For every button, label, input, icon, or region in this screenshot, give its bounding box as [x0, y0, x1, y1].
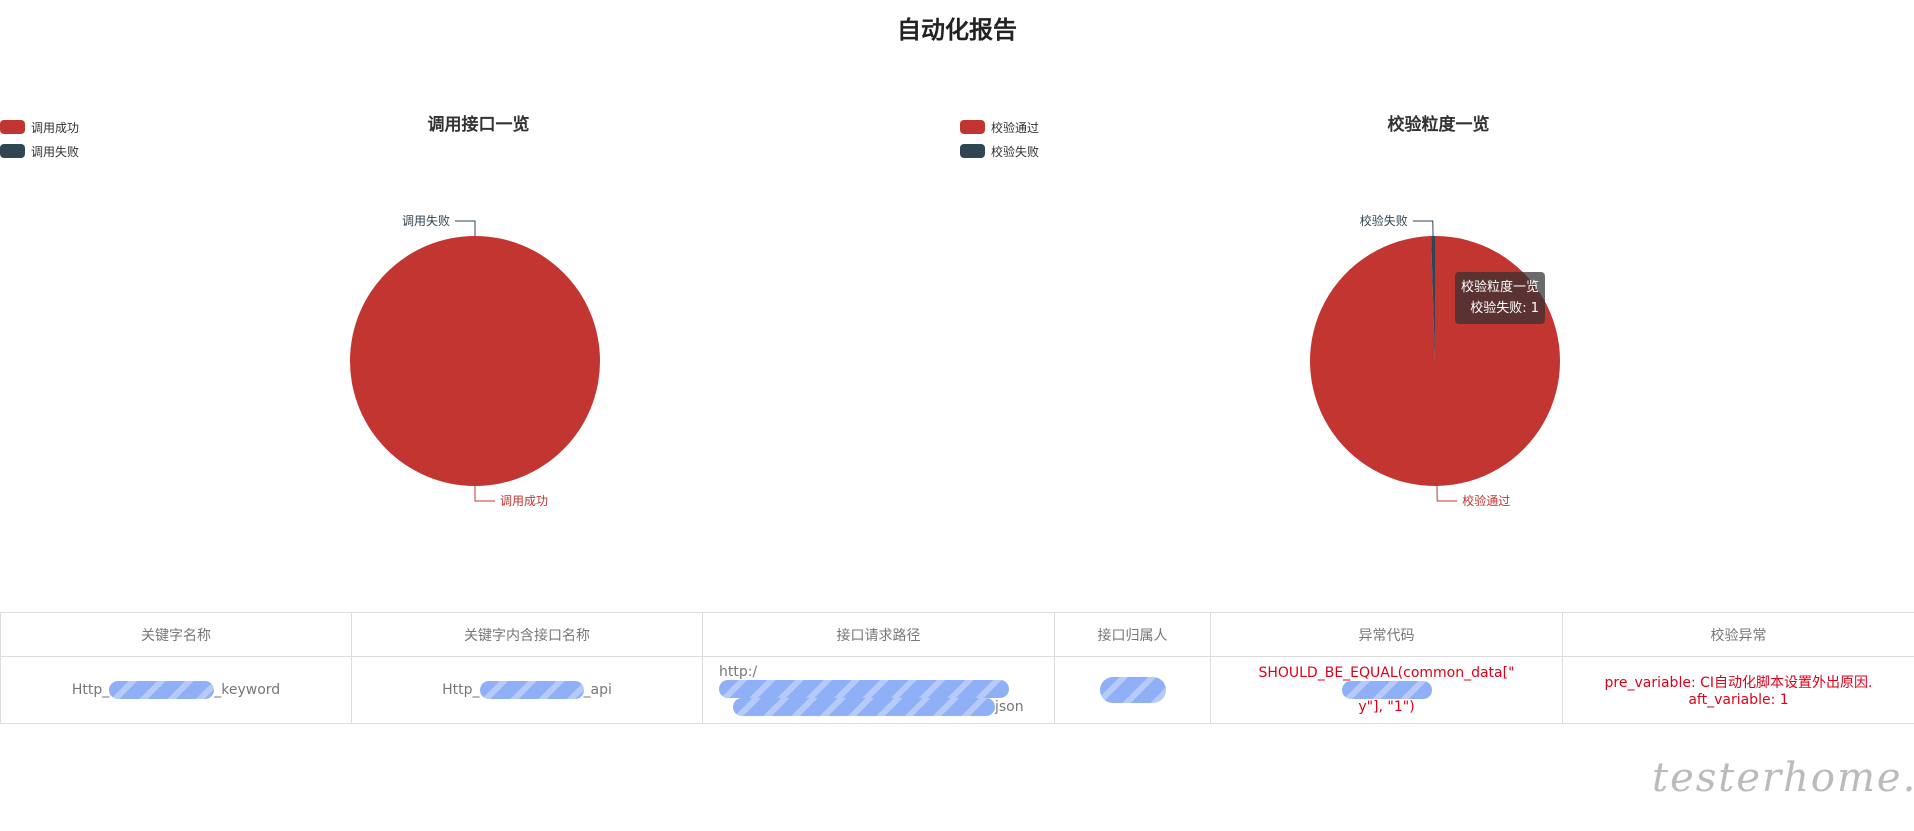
column-header: 接口归属人 [1054, 612, 1211, 657]
pie-chart: 校验通过 校验失败 [1310, 213, 1560, 508]
slice-label: 校验通过 [1462, 493, 1510, 508]
owner-cell [1054, 656, 1211, 724]
slice-label: 调用成功 [500, 494, 548, 508]
redacted-mark [719, 680, 1009, 698]
pie-chart: 调用成功 调用失败 [350, 213, 600, 508]
slice-label: 校验失败 [1360, 213, 1408, 228]
verify-line1: pre_variable: CI自动化脚本设置外出原因. [1604, 675, 1873, 691]
chart-tooltip: 校验粒度一览 校验失败: 1 [1455, 272, 1546, 324]
slice-label-line [1412, 220, 1434, 237]
verify-stats-chart: 校验粒度一览 校验通过 校验失败 校验通过 校验失败 [960, 95, 1914, 595]
error-code-line2: y"], "1") [1358, 699, 1415, 715]
verify-error-cell: pre_variable: CI自动化脚本设置外出原因. aft_variabl… [1562, 656, 1914, 724]
api-suffix: _api [583, 682, 612, 698]
table-row: Http_ _keyword Http_ _api http:/ json SHOU… [0, 656, 1914, 724]
slice-label: 调用失败 [402, 213, 450, 228]
table-header-row: 关键字名称 关键字内含接口名称 接口请求路径 接口归属人 异常代码 校验异常 [0, 612, 1914, 657]
redacted-mark [479, 681, 584, 699]
pie-slice[interactable] [350, 236, 600, 486]
error-code-line1: SHOULD_BE_EQUAL(common_data[" [1258, 665, 1515, 681]
keyword-suffix: _keyword [214, 682, 281, 698]
error-code-cell: SHOULD_BE_EQUAL(common_data[" y"], "1") [1210, 656, 1563, 724]
verify-line2: aft_variable: 1 [1688, 692, 1789, 708]
tooltip-value: 校验失败: 1 [1470, 301, 1540, 316]
path-suffix: json [995, 699, 1024, 715]
keyword-cell: Http_ _keyword [0, 656, 352, 724]
report-table: 关键字名称 关键字内含接口名称 接口请求路径 接口归属人 异常代码 校验异常 H… [0, 612, 1914, 724]
slice-label-line [474, 486, 495, 502]
column-header: 异常代码 [1210, 612, 1563, 657]
tooltip-title: 校验粒度一览 [1461, 280, 1540, 295]
path-prefix: http:/ [719, 664, 758, 680]
redacted-mark [1099, 677, 1166, 703]
slice-label-line [1436, 485, 1458, 502]
keyword-prefix: Http_ [71, 682, 110, 698]
page-title: 自动化报告 [897, 16, 1017, 44]
redacted-mark [1341, 681, 1432, 699]
request-path-cell: http:/ json [702, 656, 1055, 724]
call-stats-chart: 调用接口一览 调用成功 调用失败 调用成功 调用失败 [0, 95, 957, 595]
api-prefix: Http_ [442, 682, 480, 698]
redacted-mark [109, 681, 215, 699]
redacted-mark [733, 698, 995, 716]
column-header: 关键字内含接口名称 [351, 612, 703, 657]
api-name-cell: Http_ _api [351, 656, 703, 724]
slice-label-line [455, 220, 476, 236]
column-header: 关键字名称 [0, 612, 352, 657]
watermark-logo: testerhome.com [1652, 755, 1914, 801]
column-header: 接口请求路径 [702, 612, 1055, 657]
column-header: 校验异常 [1562, 612, 1914, 657]
